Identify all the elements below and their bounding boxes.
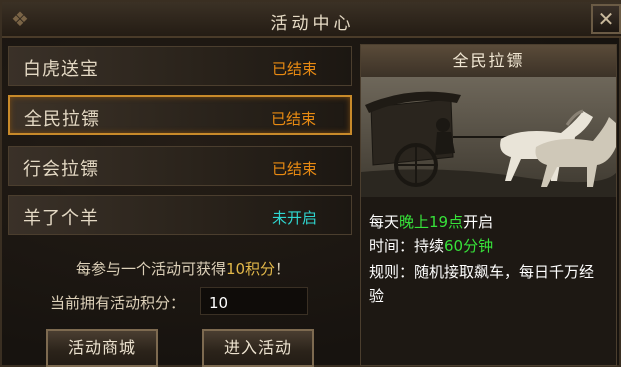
window-title: 活动中心	[270, 14, 355, 34]
activity-status: 未开启	[271, 209, 317, 227]
detail-rules: 规则：随机接取飙车，每日千万经	[369, 263, 595, 281]
points-info: 每参与一个活动可获得10积分！	[2, 258, 364, 279]
detail-open-time: 每天晚上19点开启	[369, 211, 493, 232]
activity-name: 全民拉镖	[24, 109, 100, 130]
points-prefix: 每参与一个活动可获得	[75, 260, 226, 278]
current-points-field: 10	[200, 287, 308, 315]
activity-center-window: ❖ 活动中心 ✕ 白虎送宝 已结束 全民拉镖 已结束 行会拉镖 已结束 羊了个羊…	[0, 0, 621, 367]
activity-status: 已结束	[270, 110, 316, 128]
points-suffix: ！	[275, 260, 291, 278]
current-points-label: 当前拥有活动积分：	[50, 294, 186, 312]
detail-rules-continued: 验	[369, 287, 385, 305]
activity-item-hanghui[interactable]: 行会拉镖 已结束	[8, 146, 352, 186]
activity-item-baihu[interactable]: 白虎送宝 已结束	[8, 46, 352, 86]
detail-title: 全民拉镖	[361, 45, 616, 78]
activity-status: 已结束	[271, 60, 317, 78]
open-time-prefix: 每天	[369, 213, 400, 231]
activity-name: 羊了个羊	[23, 208, 99, 229]
open-time-highlight: 晚上19点	[399, 213, 464, 231]
activity-item-yang[interactable]: 羊了个羊 未开启	[8, 195, 352, 235]
activity-item-quanmin[interactable]: 全民拉镖 已结束	[8, 95, 352, 135]
activity-name: 白虎送宝	[23, 59, 99, 80]
activity-detail-panel: 全民拉镖 每天晚上19点开启 时间：持续60分钟 规则：随机接取飙车，每日千万经…	[360, 44, 617, 366]
activity-status: 已结束	[271, 160, 317, 178]
close-icon: ✕	[597, 7, 615, 31]
duration-highlight: 60分钟	[444, 237, 494, 255]
open-time-suffix: 开启	[463, 213, 494, 231]
activity-shop-button[interactable]: 活动商城	[46, 329, 158, 367]
duration-prefix: 时间：持续	[369, 237, 445, 255]
close-button[interactable]: ✕	[591, 4, 621, 34]
escort-cart-illustration	[361, 77, 616, 197]
title-bar: ❖ 活动中心 ✕	[2, 2, 621, 38]
enter-activity-button[interactable]: 进入活动	[202, 329, 314, 367]
points-highlight: 10积分	[225, 260, 276, 278]
horse-cart-image	[361, 77, 616, 197]
activity-name: 行会拉镖	[23, 159, 99, 180]
detail-duration: 时间：持续60分钟	[369, 235, 493, 256]
